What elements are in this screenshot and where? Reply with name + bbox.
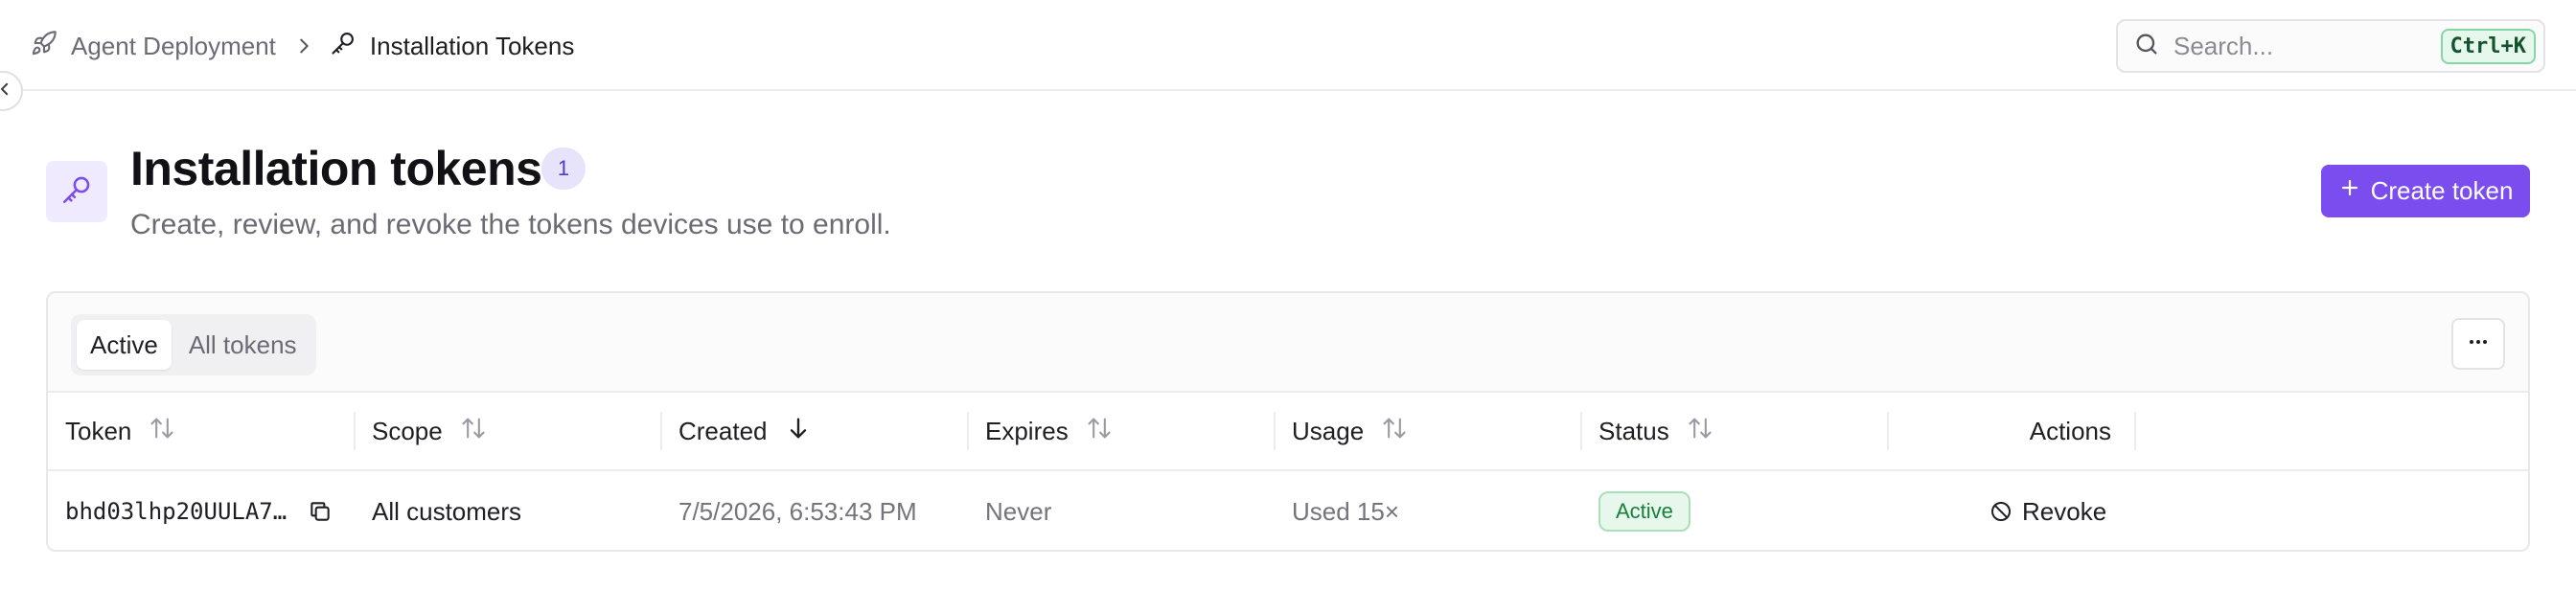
sort-icon bbox=[1364, 415, 1408, 448]
column-divider bbox=[660, 412, 662, 450]
column-divider bbox=[967, 412, 969, 450]
search-input[interactable]: Search... bbox=[2174, 32, 2441, 61]
revoke-label: Revoke bbox=[2022, 496, 2107, 526]
key-icon bbox=[60, 173, 93, 211]
column-label: Token bbox=[65, 416, 132, 445]
breadcrumb-item-agent-deployment[interactable]: Agent Deployment bbox=[31, 30, 276, 63]
sort-icon bbox=[443, 415, 487, 448]
page-icon bbox=[46, 161, 107, 222]
token-value: bhd03lhp20UULA7… bbox=[65, 498, 288, 525]
token-cell: bhd03lhp20UULA7… bbox=[65, 471, 353, 550]
tab-all-tokens[interactable]: All tokens bbox=[175, 320, 310, 370]
chevron-right-icon bbox=[293, 35, 314, 57]
column-header-token[interactable]: Token bbox=[65, 393, 175, 469]
create-token-button[interactable]: Create token bbox=[2321, 165, 2530, 217]
column-header-status[interactable]: Status bbox=[1598, 393, 1714, 469]
column-label: Scope bbox=[372, 416, 443, 445]
column-label: Created bbox=[678, 416, 768, 445]
search-box[interactable]: Search... Ctrl+K bbox=[2116, 19, 2545, 73]
sort-icon bbox=[131, 415, 175, 448]
scope-cell: All customers bbox=[372, 496, 522, 526]
plus-icon bbox=[2338, 176, 2361, 206]
table-header: Token Scope Created Expires Usage Status bbox=[48, 393, 2528, 471]
page-title: Installation tokens bbox=[130, 142, 542, 195]
revoke-button[interactable]: Revoke bbox=[1990, 497, 2106, 527]
token-count-badge: 1 bbox=[541, 148, 586, 190]
breadcrumb-label: Installation Tokens bbox=[369, 31, 575, 60]
column-divider bbox=[2134, 412, 2136, 450]
column-header-expires[interactable]: Expires bbox=[985, 393, 1113, 469]
breadcrumb-item-installation-tokens: Installation Tokens bbox=[330, 30, 574, 63]
copy-icon[interactable] bbox=[308, 499, 333, 524]
breadcrumb: Agent Deployment Installation Tokens bbox=[31, 27, 574, 65]
actions-cell: Revoke bbox=[1990, 471, 2106, 550]
status-badge: Active bbox=[1598, 491, 1690, 532]
column-header-usage[interactable]: Usage bbox=[1292, 393, 1408, 469]
tab-active[interactable]: Active bbox=[77, 320, 172, 370]
sort-icon bbox=[1069, 415, 1113, 448]
top-bar: Agent Deployment Installation Tokens Sea… bbox=[0, 0, 2576, 91]
column-header-scope[interactable]: Scope bbox=[372, 393, 487, 469]
column-header-created[interactable]: Created bbox=[678, 393, 812, 469]
breadcrumb-label: Agent Deployment bbox=[71, 31, 276, 60]
column-label: Usage bbox=[1292, 416, 1365, 445]
create-token-label: Create token bbox=[2370, 176, 2514, 205]
column-header-actions: Actions bbox=[1889, 393, 2134, 469]
key-icon bbox=[330, 30, 356, 63]
column-divider bbox=[1580, 412, 1582, 450]
page-subtitle: Create, review, and revoke the tokens de… bbox=[130, 209, 891, 240]
chevron-left-icon bbox=[0, 80, 13, 102]
column-divider bbox=[354, 412, 356, 450]
ellipsis-icon bbox=[2467, 330, 2490, 358]
column-label: Status bbox=[1598, 416, 1669, 445]
more-options-button[interactable] bbox=[2451, 318, 2505, 370]
rocket-icon bbox=[31, 30, 58, 63]
search-icon bbox=[2133, 31, 2160, 62]
usage-cell: Used 15× bbox=[1292, 496, 1400, 526]
table-toolbar: Active All tokens bbox=[48, 293, 2528, 393]
sort-descending-icon bbox=[768, 415, 812, 448]
column-label: Actions bbox=[2029, 416, 2111, 445]
column-label: Expires bbox=[985, 416, 1069, 445]
column-divider bbox=[1274, 412, 1276, 450]
tokens-table-card: Active All tokens Token Scope Created Ex… bbox=[46, 291, 2530, 552]
status-cell: Active bbox=[1598, 471, 1690, 550]
table-row: bhd03lhp20UULA7… All customers 7/5/2026,… bbox=[48, 471, 2528, 550]
ban-icon bbox=[1990, 500, 2012, 523]
expires-cell: Never bbox=[985, 496, 1052, 526]
keyboard-shortcut-hint: Ctrl+K bbox=[2440, 28, 2536, 64]
token-filter-tabs: Active All tokens bbox=[71, 314, 316, 375]
created-cell: 7/5/2026, 6:53:43 PM bbox=[678, 496, 917, 526]
sort-icon bbox=[1669, 415, 1714, 448]
